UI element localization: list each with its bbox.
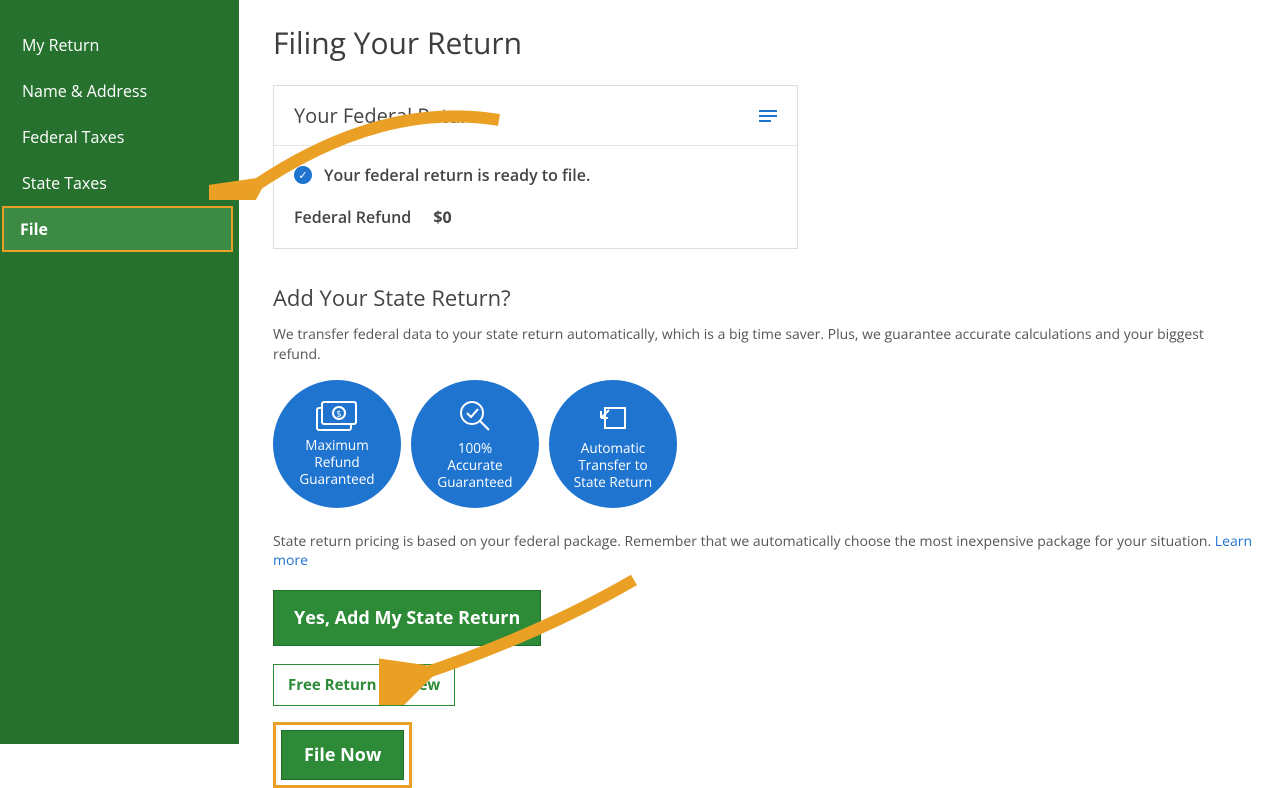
state-section-title: Add Your State Return? — [273, 283, 1254, 313]
refund-label: Federal Refund — [294, 206, 411, 228]
circle-line: Guaranteed — [437, 474, 512, 491]
status-text: Your federal return is ready to file. — [324, 164, 590, 186]
card-header: Your Federal Return — [274, 86, 797, 146]
sidebar-item-name-address[interactable]: Name & Address — [0, 68, 239, 114]
sidebar-item-federal-taxes[interactable]: Federal Taxes — [0, 114, 239, 160]
state-intro: We transfer federal data to your state r… — [273, 325, 1254, 364]
circle-line: State Return — [574, 474, 652, 491]
status-row: ✓ Your federal return is ready to file. — [294, 164, 777, 186]
circle-line: Transfer to — [578, 457, 647, 474]
card-body: ✓ Your federal return is ready to file. … — [274, 146, 797, 248]
svg-text:$: $ — [336, 407, 341, 420]
circle-accurate: 100% Accurate Guaranteed — [411, 380, 539, 508]
card-header-title: Your Federal Return — [294, 102, 481, 129]
main-content: Filing Your Return Your Federal Return ✓… — [239, 0, 1284, 744]
circle-line: Refund — [314, 454, 359, 471]
circle-max-refund: $ Maximum Refund Guaranteed — [273, 380, 401, 508]
check-icon: ✓ — [294, 166, 312, 184]
circle-line: Guaranteed — [299, 471, 374, 488]
page-title: Filing Your Return — [273, 22, 1254, 63]
feature-circles: $ Maximum Refund Guaranteed 100% Accurat… — [273, 380, 1254, 508]
add-state-button[interactable]: Yes, Add My State Return — [273, 590, 541, 646]
pricing-body: State return pricing is based on your fe… — [273, 532, 1215, 551]
free-preview-button[interactable]: Free Return Preview — [273, 664, 455, 706]
circle-transfer: Automatic Transfer to State Return — [549, 380, 677, 508]
file-now-button[interactable]: File Now — [281, 730, 404, 780]
file-now-highlight: File Now — [273, 722, 412, 788]
circle-line: 100% — [458, 440, 492, 457]
circle-line: Maximum — [305, 437, 368, 454]
refund-row: Federal Refund $0 — [294, 206, 777, 228]
sidebar-item-state-taxes[interactable]: State Taxes — [0, 160, 239, 206]
federal-return-card: Your Federal Return ✓ Your federal retur… — [273, 85, 798, 249]
transfer-icon — [595, 398, 631, 434]
magnifier-check-icon — [457, 398, 493, 434]
circle-line: Accurate — [447, 457, 502, 474]
text-lines-icon[interactable] — [759, 110, 777, 122]
money-icon: $ — [316, 401, 358, 431]
pricing-text: State return pricing is based on your fe… — [273, 532, 1254, 570]
refund-amount: $0 — [433, 206, 451, 228]
circle-line: Automatic — [581, 440, 645, 457]
sidebar-item-file[interactable]: File — [2, 206, 233, 252]
sidebar-item-my-return[interactable]: My Return — [0, 22, 239, 68]
sidebar: My Return Name & Address Federal Taxes S… — [0, 0, 239, 744]
